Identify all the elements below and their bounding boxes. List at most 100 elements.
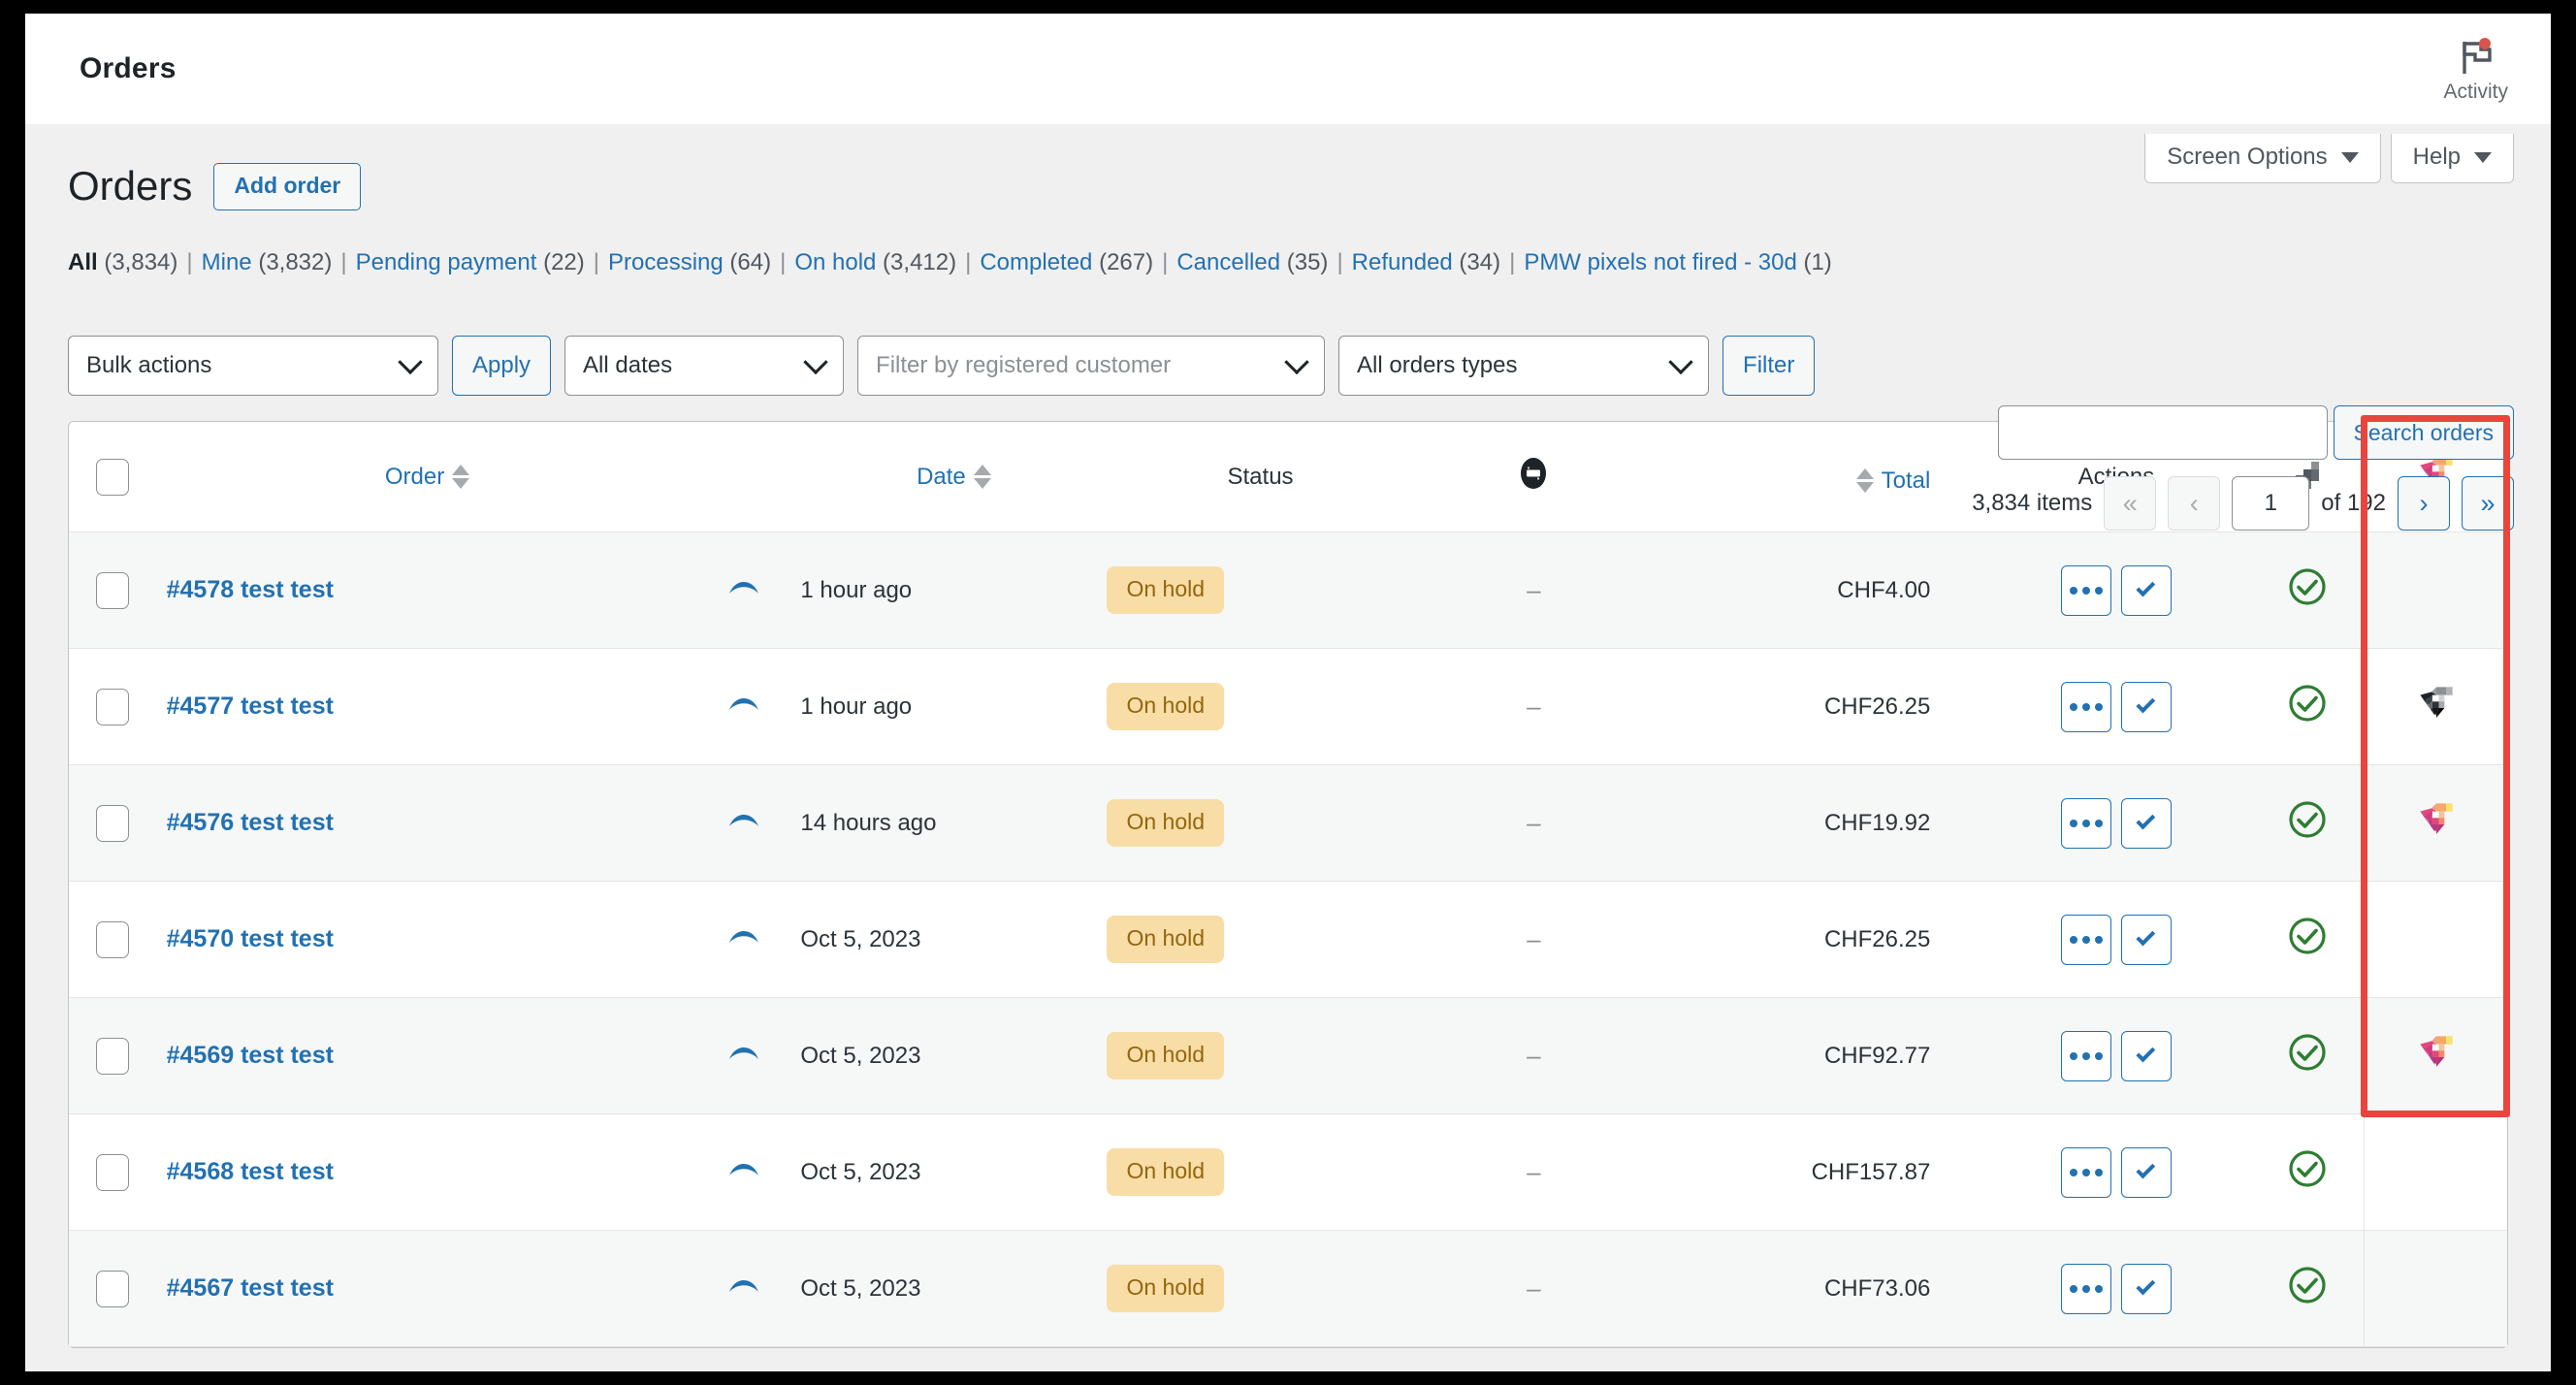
last-page-button[interactable]: » — [2462, 476, 2514, 531]
pys-fired-check-icon[interactable] — [2286, 1147, 2329, 1197]
status-filter-link[interactable]: Pending payment — [356, 249, 537, 275]
current-page-input[interactable] — [2232, 476, 2310, 531]
ellipsis-icon — [2069, 1284, 2103, 1293]
date-filter-value[interactable]: All dates — [564, 336, 845, 397]
row-checkbox[interactable] — [96, 804, 130, 842]
pys-fired-check-icon[interactable] — [2286, 1031, 2329, 1080]
status-filter-link[interactable]: On hold — [794, 249, 876, 275]
prev-page-button[interactable]: ‹ — [2168, 476, 2221, 531]
row-checkbox[interactable] — [96, 688, 130, 725]
mark-complete-button[interactable] — [2120, 1030, 2172, 1081]
pys-cell — [2251, 1114, 2365, 1232]
status-filter-link[interactable]: Refunded — [1352, 249, 1453, 275]
order-preview-actions-button[interactable] — [2060, 564, 2111, 616]
row-checkbox[interactable] — [96, 1270, 130, 1307]
preview-eye-icon[interactable] — [727, 579, 760, 605]
order-sort-link[interactable]: Order — [384, 463, 470, 491]
date-sort-link[interactable]: Date — [917, 464, 991, 491]
pmw-gem-icon[interactable] — [2417, 684, 2456, 723]
search-orders-button[interactable]: Search orders — [2333, 405, 2514, 460]
mark-complete-button[interactable] — [2120, 1146, 2172, 1198]
pys-fired-check-icon[interactable] — [2286, 915, 2329, 964]
date-filter-select[interactable]: All dates — [564, 336, 845, 397]
search-input[interactable] — [1997, 405, 2328, 460]
preview-eye-icon[interactable] — [727, 928, 760, 954]
add-order-button[interactable]: Add order — [213, 163, 362, 210]
filter-separator: | — [1162, 249, 1169, 275]
date-cell: Oct 5, 2023 — [800, 1114, 1108, 1232]
pmw-gem-icon[interactable] — [2417, 800, 2456, 839]
order-preview-actions-button[interactable] — [2060, 1146, 2111, 1198]
status-filter-link[interactable]: All — [68, 249, 98, 275]
activity-button[interactable]: Activity — [2433, 33, 2518, 106]
order-preview-actions-button[interactable] — [2060, 1030, 2111, 1081]
preview-eye-icon[interactable] — [727, 1045, 760, 1071]
help-button[interactable]: Help — [2390, 134, 2514, 183]
order-link[interactable]: #4577 test test — [167, 692, 334, 720]
mark-complete-button[interactable] — [2120, 914, 2172, 965]
bulk-actions-select[interactable]: Bulk actions — [68, 336, 438, 397]
row-checkbox[interactable] — [96, 1153, 130, 1191]
check-icon — [2136, 577, 2156, 597]
status-filter-link[interactable]: Processing — [608, 249, 724, 275]
date-cell: Oct 5, 2023 — [800, 998, 1108, 1115]
order-link[interactable]: #4569 test test — [167, 1042, 334, 1069]
preview-eye-icon[interactable] — [727, 1161, 760, 1187]
order-header-label: Order — [384, 463, 445, 490]
order-preview-actions-button[interactable] — [2060, 681, 2111, 732]
total-sort-link[interactable]: Total — [1855, 467, 1930, 495]
mark-complete-button[interactable] — [2120, 564, 2172, 616]
pmw-cell — [2364, 1231, 2507, 1348]
date-column-header[interactable]: Date — [800, 422, 1108, 533]
filter-separator: | — [340, 249, 347, 275]
order-column-header[interactable]: Order — [156, 422, 689, 533]
select-all-checkbox[interactable] — [96, 458, 130, 496]
first-page-button[interactable]: « — [2104, 476, 2157, 531]
preview-eye-icon[interactable] — [727, 695, 760, 722]
row-checkbox[interactable] — [96, 1037, 130, 1075]
order-link[interactable]: #4578 test test — [167, 576, 334, 603]
pys-fired-check-icon[interactable] — [2286, 798, 2329, 848]
total-column-header[interactable]: Total — [1654, 422, 1981, 533]
sort-indicator-icon — [973, 465, 991, 490]
pys-fired-check-icon[interactable] — [2286, 565, 2329, 615]
order-link[interactable]: #4576 test test — [167, 809, 334, 836]
row-checkbox[interactable] — [96, 571, 130, 609]
order-type-filter-value[interactable]: All orders types — [1338, 336, 1710, 397]
filter-button[interactable]: Filter — [1723, 336, 1816, 397]
next-page-button[interactable]: › — [2398, 476, 2450, 531]
mark-complete-button[interactable] — [2120, 681, 2172, 732]
pys-fired-check-icon[interactable] — [2286, 682, 2329, 731]
admin-bar: Orders Activity — [25, 14, 2551, 124]
order-preview-actions-button[interactable] — [2060, 914, 2111, 965]
mark-complete-button[interactable] — [2120, 1263, 2172, 1314]
filter-separator: | — [186, 249, 193, 275]
order-link[interactable]: #4568 test test — [167, 1158, 334, 1185]
status-filter-link[interactable]: Mine — [202, 249, 252, 275]
preview-eye-icon[interactable] — [727, 812, 760, 838]
bulk-actions-value[interactable]: Bulk actions — [68, 336, 438, 397]
order-link[interactable]: #4570 test test — [167, 925, 334, 952]
mark-complete-button[interactable] — [2120, 797, 2172, 849]
status-filter-link[interactable]: Cancelled — [1176, 249, 1280, 275]
customer-filter-select[interactable]: Filter by registered customer — [857, 336, 1326, 397]
order-link[interactable]: #4567 test test — [167, 1274, 334, 1302]
row-checkbox[interactable] — [96, 920, 130, 958]
pys-fired-check-icon[interactable] — [2286, 1264, 2329, 1313]
pmw-cell — [2364, 532, 2507, 650]
status-filter-link[interactable]: Completed — [980, 249, 1092, 275]
order-preview-actions-button[interactable] — [2060, 1263, 2111, 1314]
screen-options-button[interactable]: Screen Options — [2144, 134, 2381, 183]
preview-eye-icon[interactable] — [727, 1277, 760, 1304]
order-type-filter-select[interactable]: All orders types — [1338, 336, 1710, 397]
customer-filter-placeholder[interactable]: Filter by registered customer — [857, 336, 1326, 397]
search-orders-form: Search orders — [1997, 405, 2514, 460]
note-value: – — [1527, 924, 1541, 954]
total-cell: CHF157.87 — [1654, 1114, 1981, 1232]
pmw-gem-icon[interactable] — [2417, 1033, 2456, 1072]
table-row: #4570 test test Oct 5, 2023 On hold – CH… — [69, 882, 2507, 999]
status-filter-link[interactable]: PMW pixels not fired - 30d — [1524, 249, 1796, 275]
actions-cell — [1980, 649, 2252, 766]
apply-button[interactable]: Apply — [452, 336, 552, 397]
order-preview-actions-button[interactable] — [2060, 797, 2111, 849]
